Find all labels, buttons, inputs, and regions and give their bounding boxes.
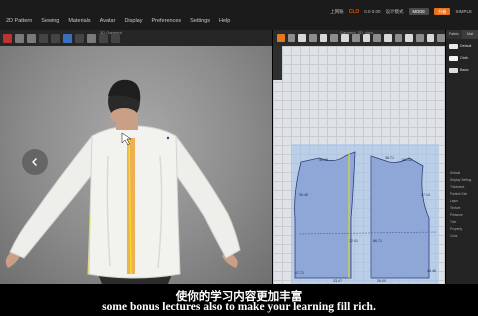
marker-dot	[166, 136, 170, 140]
measure-label: 27.14	[421, 193, 430, 197]
menu-materials[interactable]: Materials	[68, 18, 90, 24]
measure-label: 47.71	[295, 271, 304, 275]
property-row[interactable]: Default	[446, 170, 478, 177]
mode-label: 设计模式	[385, 8, 404, 14]
fabric-item[interactable]: Basic	[446, 65, 478, 75]
rectangle-tool-icon[interactable]	[330, 34, 339, 42]
edit-point-icon[interactable]	[298, 34, 307, 42]
fabric-swatch	[449, 43, 458, 49]
view2d-title: Garment_2D_view	[340, 30, 374, 35]
fabric-name: Cloth	[460, 56, 469, 60]
texture-tool-icon[interactable]	[426, 34, 435, 42]
measure-label: 86.71	[373, 239, 382, 243]
tab-mat[interactable]: Mat	[462, 30, 478, 39]
fabric-swatch	[449, 67, 458, 73]
menu-bar: 2D Pattern Sewing Materials Avatar Displ…	[0, 0, 478, 30]
property-row[interactable]: Texture	[446, 205, 478, 212]
property-row[interactable]: Trim	[446, 219, 478, 226]
transform-tool-icon[interactable]	[287, 34, 296, 42]
tab-fabric[interactable]: Fabric	[446, 30, 462, 39]
edit-tool-icon[interactable]	[39, 33, 48, 43]
2d-vertical-toolbar[interactable]	[273, 46, 282, 80]
property-row[interactable]: Color	[446, 233, 478, 240]
front-pattern-piece[interactable]	[370, 155, 430, 279]
property-row[interactable]: Pressure	[446, 212, 478, 219]
top-right-status: 上网账 CLO 0.0 0.00 设计模式 MODE 升级 SIMPLE	[330, 8, 472, 15]
internal-line-icon[interactable]	[351, 34, 360, 42]
move-tool-icon[interactable]	[27, 33, 36, 43]
fold-2d-icon[interactable]	[405, 34, 413, 42]
view3d-title: 3D Garment	[100, 30, 122, 35]
menu-settings[interactable]: Settings	[190, 18, 210, 24]
annotation-tool-icon[interactable]	[437, 34, 445, 42]
sewing-tool-icon[interactable]	[383, 34, 392, 42]
fit-tool-icon[interactable]	[63, 33, 72, 43]
fabric-swatch	[449, 55, 458, 61]
measure-label: 40.16	[319, 158, 328, 162]
circle-tool-icon[interactable]	[341, 34, 349, 42]
fabric-item[interactable]: Default	[446, 41, 478, 51]
notch-tool-icon[interactable]	[394, 34, 403, 42]
select-tool-icon[interactable]	[15, 33, 24, 43]
brand-label: SIMPLE	[455, 9, 472, 14]
measure-label: 181.12	[401, 158, 412, 162]
pin-tool-icon[interactable]	[75, 33, 84, 43]
fabric-name: Default	[460, 44, 472, 48]
property-row[interactable]: Particle Dist	[446, 191, 478, 198]
menu-2d-pattern[interactable]: 2D Pattern	[6, 18, 32, 24]
property-panel: Fabric Mat Default Cloth Basic Default D…	[446, 30, 478, 284]
measure-label: 38.71	[385, 156, 394, 160]
polygon-tool-icon[interactable]	[319, 34, 328, 42]
chevron-left-icon[interactable]	[22, 149, 48, 175]
coordinate-readout: 0.0 0.00	[364, 9, 381, 14]
subtitle-english: some bonus lectures also to make your le…	[102, 301, 376, 313]
dart-tool-icon[interactable]	[362, 34, 371, 42]
property-list: Default Display Setting Thickness Partic…	[446, 170, 478, 240]
subtitle-bar: 使你的学习内容更加丰富 some bonus lectures also to …	[0, 284, 478, 316]
menu-avatar[interactable]: Avatar	[100, 18, 116, 24]
measure-tool-icon[interactable]	[87, 33, 96, 43]
menu-list: 2D Pattern Sewing Materials Avatar Displ…	[6, 18, 230, 24]
property-row[interactable]: Thickness	[446, 184, 478, 191]
measure-label: 26.00	[377, 279, 386, 283]
curve-point-icon[interactable]	[309, 34, 317, 42]
record-tool-icon[interactable]	[3, 33, 12, 43]
upgrade-button[interactable]: 升级	[434, 8, 451, 15]
property-row[interactable]: Property	[446, 226, 478, 233]
measure-label: 72.41	[349, 239, 358, 243]
pattern-tool-icon[interactable]	[277, 34, 285, 42]
measure-label: 44.46	[427, 269, 436, 273]
seam-tool-icon[interactable]	[373, 34, 381, 42]
measure-2d-icon[interactable]	[415, 34, 424, 42]
fabric-item[interactable]: Cloth	[446, 53, 478, 63]
property-row[interactable]: Display Setting	[446, 177, 478, 184]
property-row[interactable]: Layer	[446, 198, 478, 205]
user-account[interactable]: 上网账	[330, 9, 344, 15]
menu-display[interactable]: Display	[124, 18, 142, 24]
menu-preferences[interactable]: Preferences	[152, 18, 182, 24]
measure-label: 33.47	[333, 279, 342, 283]
menu-sewing[interactable]: Sewing	[41, 18, 59, 24]
back-pattern-piece[interactable]	[294, 151, 356, 279]
mode-button[interactable]: MODE	[408, 8, 430, 15]
measure-label: 39.46	[299, 193, 308, 197]
panel-tabs: Fabric Mat	[446, 30, 478, 39]
fold-tool-icon[interactable]	[51, 33, 60, 43]
3d-viewport[interactable]	[0, 46, 272, 284]
toolbar-3d	[0, 30, 272, 46]
app-logo: CLO	[348, 8, 360, 15]
menu-help[interactable]: Help	[219, 18, 230, 24]
pattern-canvas: 40.16 38.71 181.12 39.46 27.14 72.41 86.…	[291, 144, 439, 284]
2d-pattern-window[interactable]: 40.16 38.71 181.12 39.46 27.14 72.41 86.…	[273, 46, 445, 284]
fabric-name: Basic	[460, 68, 469, 72]
